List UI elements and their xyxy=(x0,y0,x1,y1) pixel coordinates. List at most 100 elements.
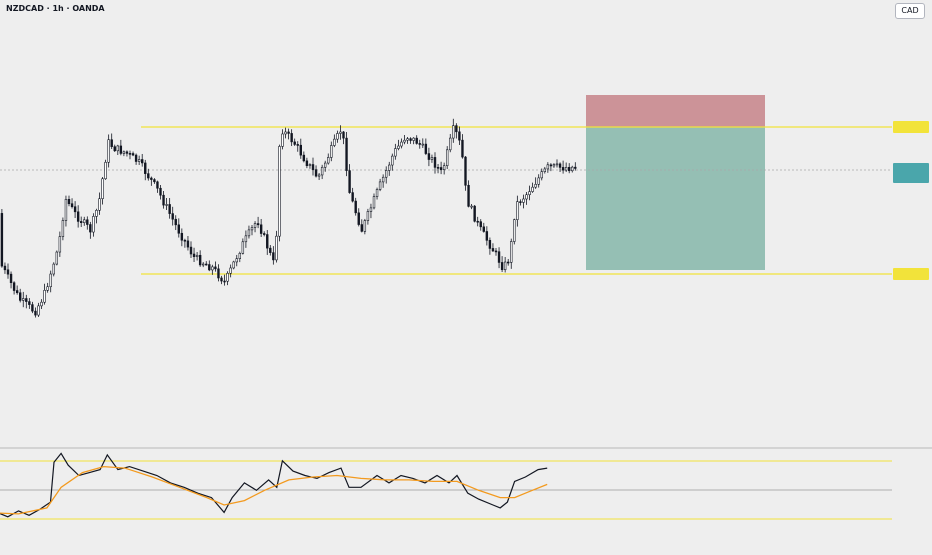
candle-body xyxy=(195,254,199,257)
candle-body xyxy=(342,131,345,139)
candle-body xyxy=(345,137,348,171)
chart-svg[interactable] xyxy=(0,0,932,550)
candle-body xyxy=(552,164,556,167)
candle-body xyxy=(384,170,388,178)
candle-body xyxy=(415,137,418,144)
candle-body xyxy=(506,261,510,264)
candle-body xyxy=(452,125,455,139)
candle-body xyxy=(445,149,449,167)
candle-body xyxy=(360,224,363,232)
candle-body xyxy=(64,199,68,221)
candle-body xyxy=(363,220,367,232)
candle-body xyxy=(308,164,312,166)
candle-body xyxy=(134,154,138,162)
candle-body xyxy=(229,267,232,274)
candle xyxy=(232,260,235,270)
candle-body xyxy=(107,139,110,163)
candle xyxy=(0,209,4,268)
candle-body xyxy=(567,167,571,172)
candle-body xyxy=(98,198,101,211)
candle-body xyxy=(320,166,324,176)
candle-body xyxy=(516,201,519,220)
candle xyxy=(107,134,110,168)
candle xyxy=(52,262,55,277)
candle-body xyxy=(464,156,467,186)
candle-body xyxy=(433,157,437,168)
candle-body xyxy=(128,153,132,155)
resistance-price-label[interactable] xyxy=(893,121,929,133)
candle-body xyxy=(31,304,34,312)
candle-body xyxy=(165,204,168,206)
candle-body xyxy=(211,266,214,271)
stop-loss-zone[interactable] xyxy=(586,95,765,127)
candle-body xyxy=(95,209,98,217)
candle-body xyxy=(55,251,59,265)
candle-body xyxy=(357,212,360,225)
candle xyxy=(61,217,65,241)
candle-body xyxy=(467,184,470,207)
candle xyxy=(345,132,348,177)
candle-body xyxy=(9,273,13,284)
candle xyxy=(55,250,59,266)
candle-body xyxy=(40,301,43,307)
candle-body xyxy=(250,227,254,231)
take-profit-zone[interactable] xyxy=(586,127,765,270)
candle-body xyxy=(192,253,196,257)
candle-body xyxy=(80,221,83,223)
chart-root[interactable]: NZDCAD · 1h · OANDA CAD xyxy=(0,0,932,550)
candle-body xyxy=(305,160,309,166)
candle-body xyxy=(540,171,543,179)
candle-body xyxy=(61,220,65,237)
candle-body xyxy=(500,262,504,270)
candle-body xyxy=(6,269,10,275)
candle-body xyxy=(275,235,278,261)
candle-body xyxy=(278,146,281,237)
candle-body xyxy=(546,164,550,170)
candle-body xyxy=(76,211,80,222)
candle-body xyxy=(388,164,391,171)
candle-body xyxy=(311,164,315,170)
candle-body xyxy=(144,162,147,174)
candle-body xyxy=(147,173,150,179)
candle-body xyxy=(37,305,40,316)
candle-body xyxy=(49,273,52,288)
candle-body xyxy=(336,133,339,140)
candle-body xyxy=(479,221,482,228)
candle-body xyxy=(430,157,434,160)
candle-body xyxy=(205,263,208,266)
candle-body xyxy=(0,213,4,267)
candle xyxy=(278,144,281,242)
candle xyxy=(464,155,467,191)
candle-body xyxy=(83,219,86,223)
candle-body xyxy=(241,241,245,254)
candle-body xyxy=(113,146,116,152)
candle-body xyxy=(470,205,473,208)
support-price-label[interactable] xyxy=(893,268,929,280)
candle-body xyxy=(378,181,382,190)
candle-body xyxy=(369,207,373,212)
candle-body xyxy=(491,248,495,252)
candle-body xyxy=(150,177,153,180)
last-price-badge[interactable] xyxy=(893,163,929,183)
candle-body xyxy=(333,138,336,146)
candle-body xyxy=(330,145,333,158)
candle-body xyxy=(174,218,177,226)
candle-body xyxy=(89,224,92,233)
candle-body xyxy=(503,261,507,270)
last-price-badge-bg xyxy=(893,163,929,183)
candle-body xyxy=(168,204,171,214)
candle-body xyxy=(232,261,235,269)
currency-badge[interactable]: CAD xyxy=(895,3,925,19)
candle-body xyxy=(3,265,7,271)
candle-body xyxy=(43,290,46,303)
candle-body xyxy=(510,241,513,263)
candle-body xyxy=(455,125,458,133)
candle-body xyxy=(86,219,89,225)
candle-body xyxy=(67,199,71,205)
candle-body xyxy=(296,144,299,146)
candle-body xyxy=(543,168,547,172)
candle-body xyxy=(482,226,485,232)
candle-body xyxy=(571,166,574,172)
candle-body xyxy=(406,138,409,141)
candle-body xyxy=(125,151,129,154)
